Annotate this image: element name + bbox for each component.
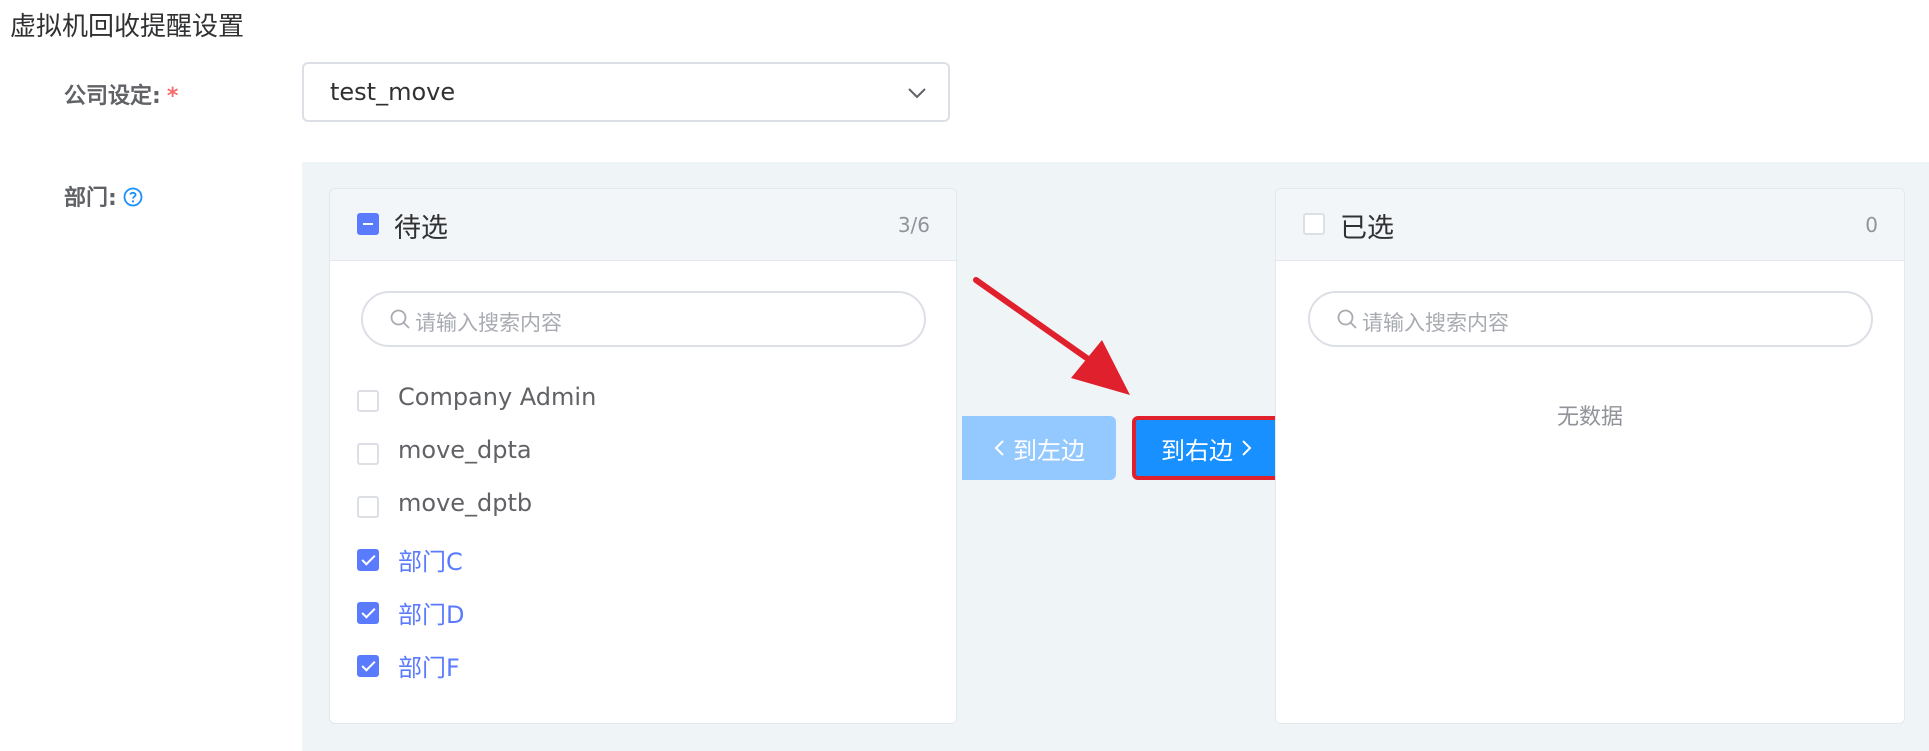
panel-title-selected: 已选 [1340, 213, 1394, 244]
question-circle-icon[interactable] [123, 187, 143, 207]
department-label: 部门: [64, 180, 143, 212]
item-checkbox[interactable] [357, 602, 379, 624]
chevron-left-icon [994, 440, 1004, 456]
item-checkbox[interactable] [357, 496, 379, 518]
item-checkbox[interactable] [357, 655, 379, 677]
panel-title-available: 待选 [394, 213, 448, 244]
required-mark: * [166, 84, 179, 109]
annotation-arrow-icon [973, 277, 1130, 395]
item-label: 部门F [398, 654, 460, 682]
search-placeholder: 请输入搜索内容 [415, 311, 562, 335]
search-input-available[interactable]: 请输入搜索内容 [361, 291, 926, 347]
item-label: 部门C [398, 548, 463, 576]
empty-text: 无数据 [1556, 405, 1623, 430]
item-checkbox[interactable] [357, 390, 379, 412]
item-checkbox[interactable] [357, 443, 379, 465]
move-to-right-button[interactable]: 到右边 [1132, 416, 1282, 480]
search-placeholder: 请输入搜索内容 [1362, 311, 1509, 335]
search-icon [390, 309, 410, 329]
company-select[interactable]: test_move [302, 62, 950, 122]
search-input-selected[interactable]: 请输入搜索内容 [1308, 291, 1873, 347]
item-label: move_dpta [398, 436, 532, 464]
transfer-panel-available: 待选 3/6 请输入搜索内容 Company Admin move_dpta m… [329, 188, 957, 724]
search-icon [1337, 309, 1357, 329]
department-label-colon: : [108, 186, 117, 211]
move-to-right-label: 到右边 [1161, 436, 1233, 465]
chevron-down-icon [908, 88, 926, 99]
move-to-left-label: 到左边 [1013, 436, 1085, 465]
company-label-text: 公司设定 [64, 84, 153, 109]
select-all-available-checkbox[interactable] [357, 213, 379, 235]
panel-header-available: 待选 3/6 [330, 189, 956, 261]
item-label: 部门D [398, 601, 465, 629]
item-label: Company Admin [398, 383, 597, 411]
item-label: move_dptb [398, 489, 533, 517]
item-checkbox[interactable] [357, 549, 379, 571]
page-title: 虚拟机回收提醒设置 [10, 12, 245, 42]
company-select-value: test_move [330, 78, 456, 106]
panel-count-available: 3/6 [897, 213, 930, 237]
panel-header-selected: 已选 0 [1276, 189, 1904, 261]
company-label-colon: : [152, 84, 161, 109]
company-label: 公司设定: * [64, 78, 178, 110]
transfer-panel-selected: 已选 0 请输入搜索内容 无数据 [1275, 188, 1905, 724]
department-label-text: 部门 [64, 186, 109, 211]
chevron-right-icon [1242, 440, 1252, 456]
move-to-left-button[interactable]: 到左边 [962, 416, 1116, 480]
panel-count-selected: 0 [1865, 213, 1878, 237]
select-all-selected-checkbox[interactable] [1303, 213, 1325, 235]
